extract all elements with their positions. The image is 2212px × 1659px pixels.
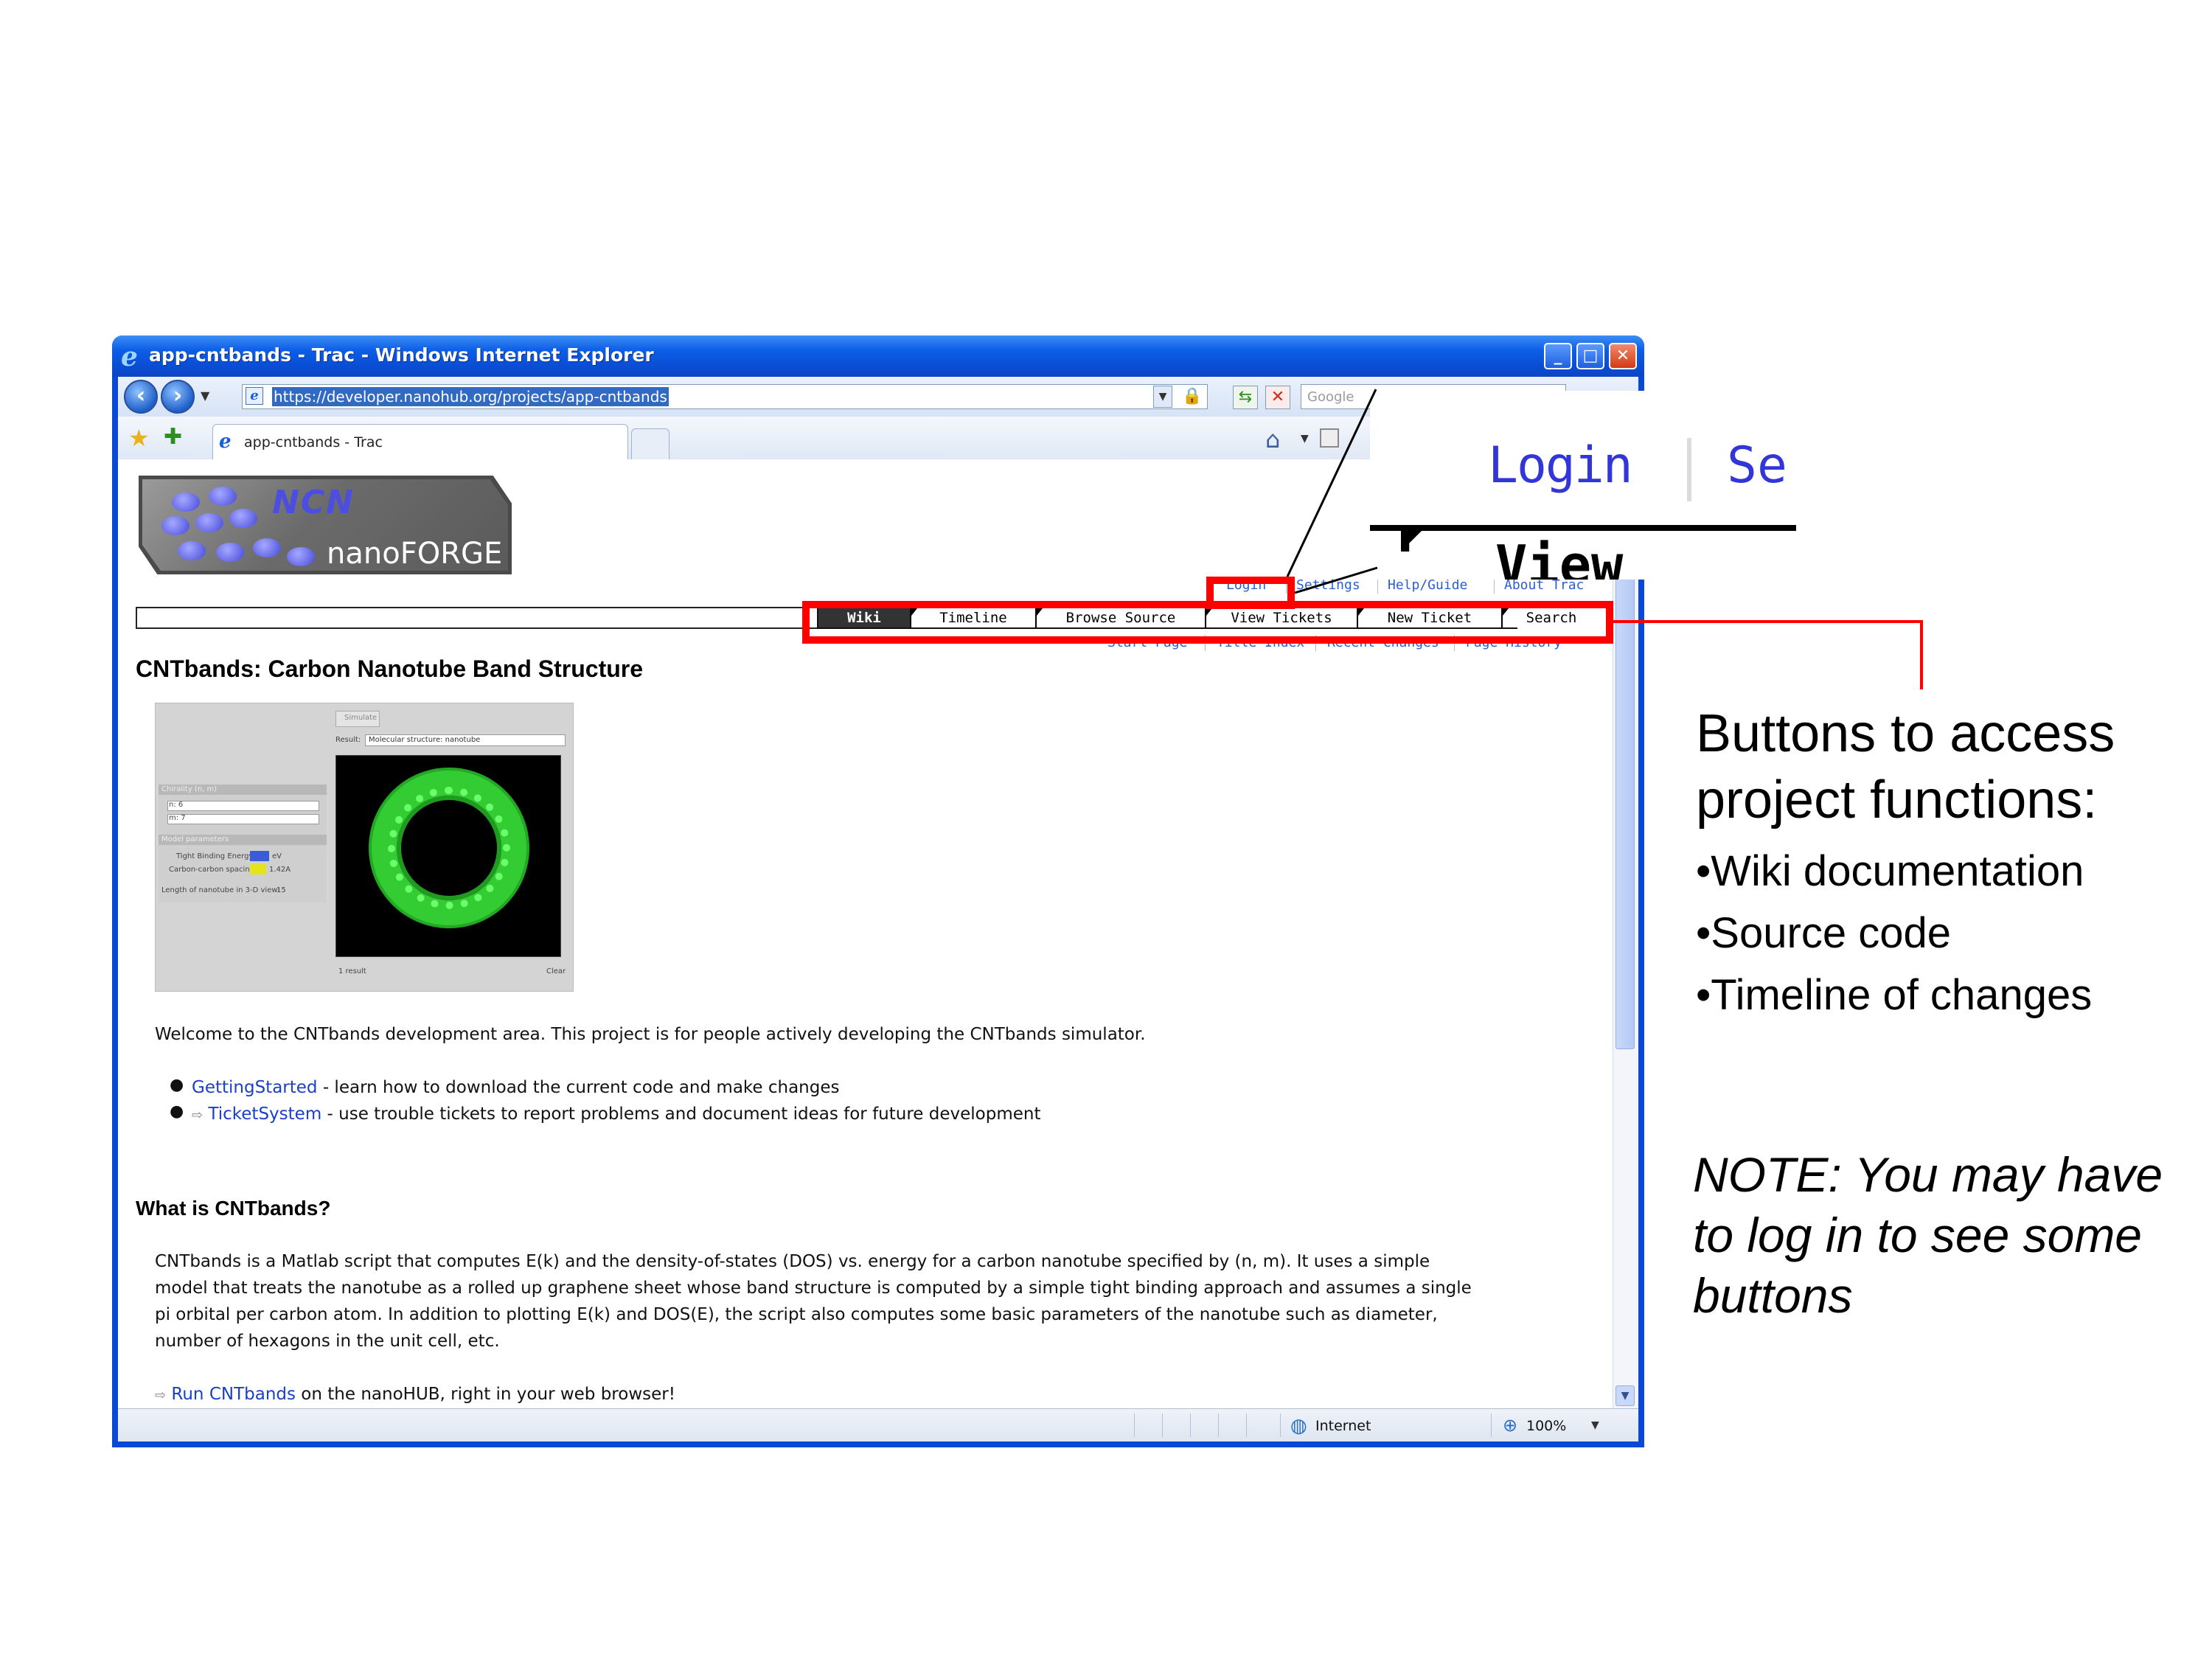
feeds-icon[interactable] (1320, 428, 1339, 448)
zoom-nav-bar (1370, 525, 1796, 531)
app-spacing-label: Carbon-carbon spacing (169, 866, 255, 874)
description-line: number of hexagons in the unit cell, etc… (155, 1332, 500, 1351)
window-title: app-cntbands - Trac - Windows Internet E… (149, 344, 654, 366)
app-simulate-label: Simulate (344, 714, 378, 722)
nav-highlight (802, 601, 1613, 644)
tab-ie-icon: e (219, 431, 232, 453)
tab-app-cntbands[interactable]: e app-cntbands - Trac (212, 424, 628, 459)
getting-started-link[interactable]: GettingStarted (192, 1078, 318, 1097)
list-item: ⇨ TicketSystem - use trouble tickets to … (192, 1101, 1040, 1129)
zoom-dropdown-icon[interactable]: ▼ (1591, 1419, 1599, 1431)
app-chirality-label: Chirality (n, m) (161, 785, 218, 793)
page-icon: e (246, 387, 263, 405)
back-button[interactable]: ‹ (124, 380, 158, 414)
run-text: on the nanoHUB, right in your web browse… (296, 1385, 675, 1404)
add-favorites-icon[interactable]: ✚ (164, 424, 182, 450)
annotation-bullet: •Source code (1696, 909, 1951, 957)
new-tab-button[interactable] (631, 428, 669, 459)
lock-icon[interactable]: 🔒 (1181, 386, 1203, 408)
ie-logo-icon: e (121, 341, 138, 372)
minimize-button[interactable]: _ (1544, 343, 1572, 369)
annotation-title: Buttons to access project functions: (1696, 704, 2115, 830)
app-result-label: Result: (335, 736, 361, 744)
welcome-text: Welcome to the CNTbands development area… (155, 1025, 1146, 1044)
description-line: model that treats the nanotube as a roll… (155, 1279, 1472, 1298)
nanotube-render (335, 755, 561, 957)
close-button[interactable]: ✕ (1609, 343, 1637, 369)
app-input-panel: Chirality (n, m) n: 6 m: 7 Model paramet… (159, 785, 327, 902)
list-item: GettingStarted - learn how to download t… (192, 1074, 840, 1101)
bullet-icon: ● (170, 1102, 184, 1121)
app-results-count: 1 result (338, 967, 366, 975)
annotation-connector-line (1613, 620, 1923, 689)
run-cntbands-link[interactable]: Run CNTbands (171, 1385, 296, 1404)
app-screenshot: Simulate Result: Molecular structure: na… (155, 703, 574, 992)
recent-pages-dropdown-icon[interactable]: ▼ (201, 389, 209, 403)
annotation-note: NOTE: You may have to log in to see some… (1693, 1147, 2163, 1323)
zoom-callout: Login Se View Ticket (1370, 391, 1796, 580)
refresh-button[interactable]: ⇆ (1233, 386, 1258, 409)
annotation-bullet: •Wiki documentation (1696, 847, 2084, 895)
flag-icon (1401, 531, 1422, 552)
app-length-value: 15 (276, 886, 286, 894)
ticket-system-text: - use trouble tickets to report problems… (321, 1105, 1041, 1124)
globe-icon: ◍ (1290, 1415, 1307, 1437)
app-length-label: Length of nanotube in 3-D view: (161, 886, 280, 894)
ticket-system-link[interactable]: TicketSystem (208, 1105, 321, 1124)
app-n-value: n: 6 (169, 801, 184, 809)
description-line: CNTbands is a Matlab script that compute… (155, 1252, 1430, 1271)
logo-ncn-text: NCN (272, 484, 355, 521)
run-line: ⇨ Run CNTbands on the nanoHUB, right in … (155, 1381, 675, 1409)
favorites-star-icon[interactable]: ★ (128, 424, 150, 452)
status-bar: ◍ Internet ⊕ 100% ▼ (118, 1408, 1638, 1441)
annotation-bullet: •Timeline of changes (1696, 971, 2093, 1019)
logo-forge-text: nanoFORGE (327, 537, 503, 571)
zoom-icon[interactable]: ⊕ (1503, 1415, 1517, 1436)
bullet-icon: ● (170, 1076, 184, 1094)
zoom-login-text: Login (1488, 437, 1633, 495)
settings-link[interactable]: Settings (1296, 577, 1360, 593)
nanoforge-logo[interactable]: NCN nanoFORGE (139, 476, 512, 574)
security-zone: Internet (1315, 1418, 1371, 1434)
help-guide-link[interactable]: Help/Guide (1388, 577, 1467, 593)
about-trac-link[interactable]: About Trac (1504, 577, 1584, 593)
zoom-settings-text: Se (1727, 437, 1787, 495)
app-params-label: Model parameters (161, 835, 229, 844)
zoom-separator (1687, 438, 1691, 501)
app-energy-label: Tight Binding Energy (176, 852, 254, 860)
zoom-level[interactable]: 100% (1526, 1418, 1566, 1434)
app-m-value: m: 7 (169, 814, 186, 822)
getting-started-text: - learn how to download the current code… (317, 1078, 840, 1097)
home-icon[interactable]: ⌂ (1265, 425, 1280, 453)
scroll-down-icon[interactable]: ▼ (1615, 1385, 1635, 1406)
home-dropdown-icon[interactable]: ▼ (1301, 433, 1309, 445)
page-title: CNTbands: Carbon Nanotube Band Structure (136, 655, 644, 682)
description-line: pi orbital per carbon atom. In addition … (155, 1305, 1438, 1324)
section-heading: What is CNTbands? (136, 1197, 331, 1220)
zoom-view-tickets-text: View Ticket (1495, 534, 1624, 580)
external-link-icon: ⇨ (155, 1388, 167, 1403)
tab-label: app-cntbands - Trac (244, 434, 383, 451)
address-dropdown-icon[interactable]: ▼ (1153, 386, 1172, 408)
app-spacing-value: 1.42A (269, 866, 291, 874)
stop-button[interactable]: ✕ (1265, 386, 1290, 409)
address-url[interactable]: https://developer.nanohub.org/projects/a… (272, 387, 669, 406)
maximize-button[interactable]: □ (1576, 343, 1604, 369)
app-clear-label: Clear (546, 967, 566, 975)
nav-underline (136, 607, 829, 629)
forward-button[interactable]: › (161, 380, 195, 414)
app-result-combo: Molecular structure: nanotube (365, 734, 566, 746)
address-field[interactable]: e https://developer.nanohub.org/projects… (242, 384, 1208, 409)
title-bar[interactable]: e app-cntbands - Trac - Windows Internet… (112, 335, 1644, 377)
search-placeholder: Google (1307, 389, 1354, 405)
app-energy-unit: eV (272, 852, 282, 860)
external-link-icon: ⇨ (192, 1107, 204, 1123)
vertical-scrollbar[interactable]: ▼ (1613, 459, 1638, 1409)
